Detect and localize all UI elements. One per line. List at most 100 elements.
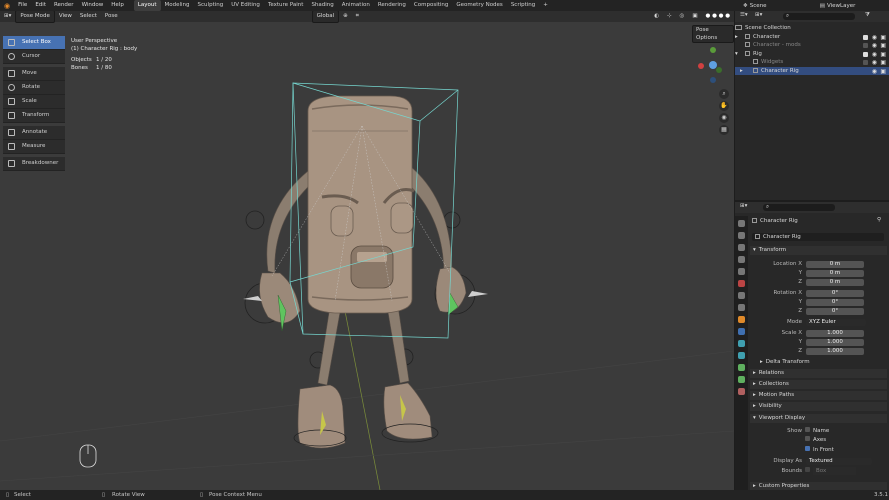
bone-constraint-tab-icon[interactable] bbox=[738, 388, 745, 395]
object-name-field[interactable]: Character Rig bbox=[752, 233, 884, 241]
workspace-tab-scripting[interactable]: Scripting bbox=[507, 0, 539, 11]
menu-file[interactable]: File bbox=[14, 0, 31, 11]
camera-view-icon[interactable]: ◉ bbox=[719, 113, 729, 123]
view-menu[interactable]: View bbox=[55, 11, 76, 22]
mode-selector[interactable]: Pose Mode bbox=[15, 11, 55, 23]
orientation-selector[interactable]: Global bbox=[311, 11, 340, 23]
camera-icon[interactable]: ▣ bbox=[880, 68, 886, 77]
workspace-tab-uv-editing[interactable]: UV Editing bbox=[227, 0, 264, 11]
world-tab-icon[interactable] bbox=[738, 280, 745, 287]
properties-search-input[interactable]: ⌕ bbox=[763, 204, 835, 211]
workspace-tab-rendering[interactable]: Rendering bbox=[374, 0, 410, 11]
location-y-field[interactable]: 0 m bbox=[806, 270, 864, 277]
tool-transform[interactable]: Transform bbox=[3, 109, 65, 123]
scene-tab-icon[interactable] bbox=[738, 268, 745, 275]
zoom-icon[interactable]: ⌕ bbox=[719, 89, 729, 99]
tool-breakdowner[interactable]: Breakdowner bbox=[3, 157, 65, 171]
tool-measure[interactable]: Measure bbox=[3, 140, 65, 154]
outliner-row-character-rig[interactable]: ▸ Character Rig ◉ ▣ bbox=[735, 66, 889, 77]
scene-selector[interactable]: Scene bbox=[750, 3, 820, 9]
output-tab-icon[interactable] bbox=[738, 244, 745, 251]
workspace-tab-modeling[interactable]: Modeling bbox=[161, 0, 194, 11]
delta-transform-subpanel[interactable]: ▸ Delta Transform bbox=[760, 358, 810, 366]
constraint-tab-icon[interactable] bbox=[738, 352, 745, 359]
visibility-icon[interactable]: ◐ bbox=[650, 11, 663, 22]
select-menu[interactable]: Select bbox=[76, 11, 101, 22]
exclude-checkbox[interactable] bbox=[863, 43, 868, 48]
editor-type-icon[interactable]: ⊞▾ bbox=[0, 11, 15, 22]
add-workspace-button[interactable]: + bbox=[539, 0, 552, 11]
outliner-row-widgets[interactable]: Widgets ◉ ▣ bbox=[735, 58, 889, 67]
armature-data-tab-icon[interactable] bbox=[738, 364, 745, 371]
bounds-option[interactable]: Box bbox=[805, 467, 856, 475]
motion-paths-panel-header[interactable]: ▸ Motion Paths bbox=[750, 391, 887, 400]
navigation-gizmo[interactable] bbox=[696, 47, 730, 87]
tool-move[interactable]: Move bbox=[3, 67, 65, 81]
outliner-row-character-mods[interactable]: Character - mods ◉ ▣ bbox=[735, 41, 889, 50]
viewport-display-panel-header[interactable]: ▾ Viewport Display bbox=[750, 414, 887, 423]
exclude-checkbox[interactable] bbox=[863, 60, 868, 65]
view-layer-tab-icon[interactable] bbox=[738, 256, 745, 263]
workspace-tab-sculpting[interactable]: Sculpting bbox=[194, 0, 228, 11]
tool-select-box[interactable]: Select Box bbox=[3, 36, 65, 50]
tool-rotate[interactable]: Rotate bbox=[3, 81, 65, 95]
outliner-row-rig[interactable]: ▾ Rig ◉ ▣ bbox=[735, 50, 889, 59]
menu-render[interactable]: Render bbox=[50, 0, 78, 11]
pose-options-button[interactable]: Pose Options bbox=[692, 25, 734, 43]
visibility-panel-header[interactable]: ▸ Visibility bbox=[750, 402, 887, 411]
expand-chevron-icon[interactable]: ▸ bbox=[735, 67, 753, 76]
location-z-field[interactable]: 0 m bbox=[806, 279, 864, 286]
xray-icon[interactable]: ▣ bbox=[688, 11, 701, 22]
show-axes-checkbox[interactable]: Axes bbox=[805, 436, 826, 444]
collection-tab-icon[interactable] bbox=[738, 292, 745, 299]
tool-annotate[interactable]: Annotate bbox=[3, 126, 65, 140]
gizmo-icon[interactable]: ⊹ bbox=[663, 11, 676, 22]
rotation-x-field[interactable]: 0° bbox=[806, 290, 864, 297]
menu-help[interactable]: Help bbox=[107, 0, 128, 11]
render-tab-icon[interactable] bbox=[738, 232, 745, 239]
outliner-row-character[interactable]: ▸ Character ◉ ▣ bbox=[735, 33, 889, 42]
shading-modes-icon[interactable]: ● ● ● ● bbox=[702, 11, 734, 22]
transform-panel-header[interactable]: ▾ Transform bbox=[750, 246, 887, 255]
workspace-tab-shading[interactable]: Shading bbox=[307, 0, 337, 11]
workspace-tab-geometry-nodes[interactable]: Geometry Nodes bbox=[452, 0, 506, 11]
gizmo-x-axis[interactable] bbox=[698, 63, 704, 69]
physics-tab-icon[interactable] bbox=[738, 340, 745, 347]
show-in-front-checkbox[interactable]: In Front bbox=[805, 446, 834, 454]
3d-viewport[interactable]: ⊞▾ Pose Mode View Select Pose Global ⊕ ⌗… bbox=[0, 11, 734, 490]
overlay-icon[interactable]: ◎ bbox=[676, 11, 689, 22]
collections-panel-header[interactable]: ▸ Collections bbox=[750, 380, 887, 389]
filter-icon[interactable]: ⧩ bbox=[865, 12, 870, 19]
ortho-grid-icon[interactable]: ▦ bbox=[719, 125, 729, 135]
blender-logo-icon[interactable]: ◉ bbox=[0, 2, 14, 10]
location-x-field[interactable]: 0 m bbox=[806, 261, 864, 268]
relations-panel-header[interactable]: ▸ Relations bbox=[750, 369, 887, 378]
workspace-tab-animation[interactable]: Animation bbox=[338, 0, 374, 11]
scale-y-field[interactable]: 1.000 bbox=[806, 339, 864, 346]
gizmo-neg-z[interactable] bbox=[710, 77, 716, 83]
workspace-tab-compositing[interactable]: Compositing bbox=[410, 0, 452, 11]
display-as-dropdown[interactable]: Textured bbox=[806, 458, 872, 465]
tool-tab-icon[interactable] bbox=[738, 220, 745, 227]
scale-x-field[interactable]: 1.000 bbox=[806, 330, 864, 337]
outliner-search-input[interactable]: ⌕ bbox=[783, 13, 855, 20]
pose-menu[interactable]: Pose bbox=[101, 11, 122, 22]
texture-tab-icon[interactable] bbox=[738, 304, 745, 311]
exclude-checkbox[interactable] bbox=[863, 51, 868, 57]
rotation-mode-dropdown[interactable]: XYZ Euler bbox=[806, 319, 866, 326]
eye-icon[interactable]: ◉ bbox=[872, 68, 877, 77]
scale-z-field[interactable]: 1.000 bbox=[806, 348, 864, 355]
view-layer-selector[interactable]: ViewLayer bbox=[827, 3, 889, 9]
pin-icon[interactable]: ⚲ bbox=[877, 217, 881, 223]
workspace-tab-texture-paint[interactable]: Texture Paint bbox=[264, 0, 308, 11]
tool-scale[interactable]: Scale bbox=[3, 95, 65, 109]
expand-chevron-icon[interactable]: ▾ bbox=[735, 50, 745, 59]
tool-cursor[interactable]: Cursor bbox=[3, 50, 65, 64]
gizmo-neg-y[interactable] bbox=[716, 67, 722, 73]
pan-hand-icon[interactable]: ✋ bbox=[719, 101, 729, 111]
modifier-tab-icon[interactable] bbox=[738, 328, 745, 335]
workspace-tab-layout[interactable]: Layout bbox=[133, 0, 161, 11]
menu-edit[interactable]: Edit bbox=[31, 0, 50, 11]
rotation-y-field[interactable]: 0° bbox=[806, 299, 864, 306]
bone-tab-icon[interactable] bbox=[738, 376, 745, 383]
